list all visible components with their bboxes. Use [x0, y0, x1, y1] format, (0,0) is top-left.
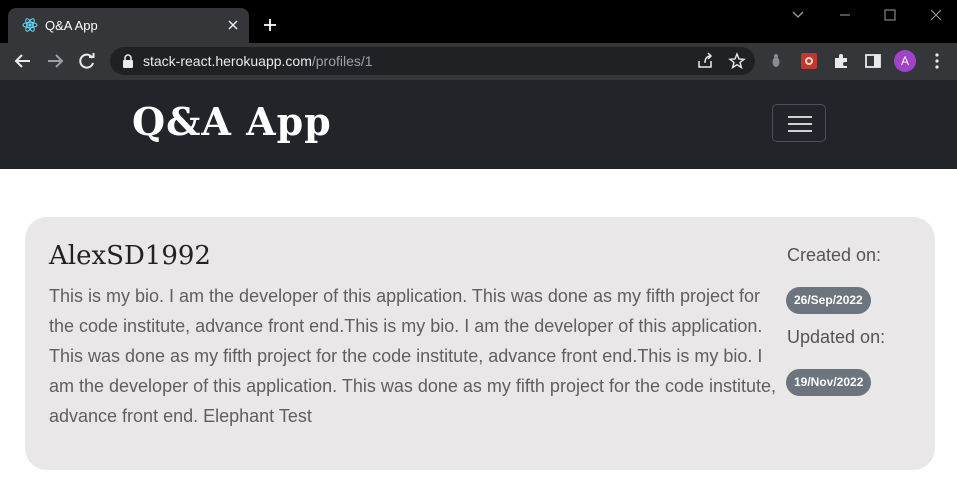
share-icon[interactable]: [696, 52, 714, 70]
url-path: /profiles/1: [311, 53, 373, 69]
hamburger-icon-bar: [788, 123, 812, 125]
tab-title: Q&A App: [45, 18, 98, 33]
reload-icon[interactable]: [78, 52, 96, 70]
forward-arrow-icon[interactable]: [46, 52, 64, 70]
site-navbar: Q&A App: [0, 80, 957, 169]
side-panel-icon[interactable]: [864, 52, 882, 70]
bookmark-star-icon[interactable]: [728, 52, 746, 70]
close-tab-icon[interactable]: [227, 19, 239, 31]
close-window-icon[interactable]: [929, 8, 943, 22]
profile-avatar[interactable]: A: [894, 50, 916, 72]
react-logo-icon: [22, 18, 38, 32]
created-date-badge: 26/Sep/2022: [786, 287, 871, 314]
maximize-icon[interactable]: [883, 8, 897, 22]
tab-search-icon[interactable]: [791, 8, 805, 22]
hamburger-icon: [788, 116, 812, 118]
back-arrow-icon[interactable]: [14, 52, 32, 70]
profile-bio: This is my bio. I am the developer of th…: [49, 286, 777, 426]
navbar-toggle-button[interactable]: [772, 104, 826, 142]
brand-logo[interactable]: Q&A App: [132, 99, 332, 145]
created-label: Created on:: [787, 245, 882, 265]
url-text[interactable]: stack-react.herokuapp.com/profiles/1: [143, 53, 373, 69]
extension-red-icon[interactable]: [800, 52, 818, 70]
browser-toolbar: stack-react.herokuapp.com/profiles/1 A: [0, 43, 957, 80]
extension-icon[interactable]: [767, 52, 785, 70]
new-tab-icon[interactable]: [262, 17, 278, 33]
profile-username: AlexSD1992: [49, 241, 211, 271]
minimize-icon[interactable]: [838, 8, 852, 22]
extensions-puzzle-icon[interactable]: [832, 52, 850, 70]
browser-tab-strip: Q&A App: [0, 0, 957, 43]
more-menu-icon[interactable]: [928, 52, 946, 70]
updated-label: Updated on:: [787, 327, 886, 347]
profile-card: AlexSD1992 This is my bio. I am the deve…: [25, 217, 935, 470]
address-bar[interactable]: stack-react.herokuapp.com/profiles/1: [110, 47, 755, 75]
hamburger-icon-bar: [788, 130, 812, 132]
updated-date-badge: 19/Nov/2022: [786, 369, 872, 396]
lock-icon[interactable]: [122, 54, 134, 68]
browser-tab[interactable]: Q&A App: [8, 8, 249, 43]
url-host: stack-react.herokuapp.com: [143, 53, 312, 69]
